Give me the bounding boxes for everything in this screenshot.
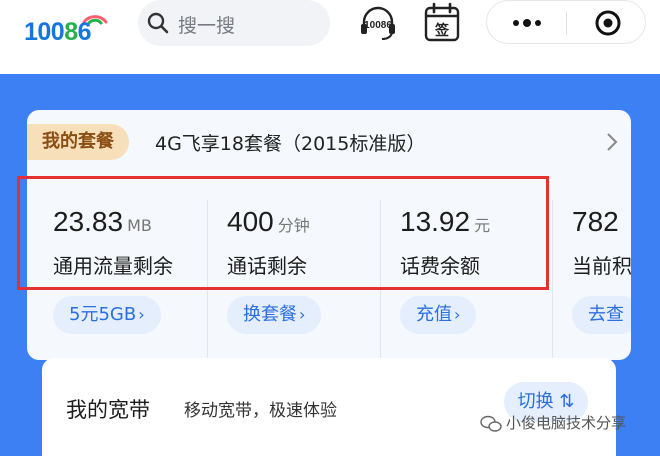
mini-program-capsule xyxy=(486,0,646,44)
stat-number: 400 xyxy=(227,206,274,237)
more-dots-icon[interactable] xyxy=(509,13,545,33)
stat-unit: 元 xyxy=(474,216,491,235)
chevron-right-icon: › xyxy=(299,305,306,324)
logo-text-part2: 8 xyxy=(64,18,78,46)
stat-number: 782 xyxy=(572,206,619,237)
button-label: 充值 xyxy=(416,304,452,325)
broadband-title: 我的宽带 xyxy=(66,398,150,422)
stat-label: 话费余额 xyxy=(400,254,480,278)
customer-service-button[interactable]: 10086 xyxy=(356,2,400,44)
stat-label: 通用流量剩余 xyxy=(53,254,173,278)
top-header: 10086 搜一搜 10086 签 xyxy=(0,0,660,72)
signin-icon-label: 签 xyxy=(434,22,450,39)
search-placeholder: 搜一搜 xyxy=(178,15,236,37)
chevron-right-icon: › xyxy=(454,305,461,324)
calendar-sign-icon: 签 xyxy=(424,2,460,42)
my-package-badge: 我的套餐 xyxy=(27,124,129,160)
logo-text-part1: 100 xyxy=(24,18,65,46)
chevron-right-icon: › xyxy=(138,305,145,324)
stat-unit: MB xyxy=(127,216,152,235)
stat-label: 通话剩余 xyxy=(227,254,307,278)
broadband-card[interactable]: 我的宽带 移动宽带，极速体验 切换 ⇅ xyxy=(42,358,616,456)
package-name[interactable]: 4G飞享18套餐（2015标准版） xyxy=(155,129,425,156)
close-target-icon[interactable] xyxy=(594,9,622,37)
logo-text-part3: 6 xyxy=(77,18,92,46)
stat-label: 当前积 xyxy=(572,254,631,278)
search-bar[interactable]: 搜一搜 xyxy=(138,0,330,46)
wechat-icon xyxy=(480,415,502,432)
broadband-subtitle: 移动宽带，极速体验 xyxy=(184,401,337,421)
stat-value: 13.92 元 xyxy=(400,206,490,238)
sign-in-button[interactable]: 签 xyxy=(420,2,464,44)
stat-column-data[interactable]: 23.83 MB 通用流量剩余 5元5GB › xyxy=(27,180,207,360)
buy-data-button[interactable]: 5元5GB › xyxy=(53,296,161,334)
stat-unit: 分钟 xyxy=(277,216,310,235)
stat-column-voice[interactable]: 400 分钟 通话剩余 换套餐 › xyxy=(207,180,380,360)
stat-number: 13.92 xyxy=(400,206,471,237)
package-stats: 23.83 MB 通用流量剩余 5元5GB › 400 分钟 通话剩余 换套餐 › 13… xyxy=(27,180,631,360)
headset-icon: 10086 xyxy=(361,6,395,40)
china-mobile-10086-logo[interactable]: 10086 xyxy=(24,6,124,52)
search-icon xyxy=(147,12,169,34)
button-label: 换套餐 xyxy=(243,304,297,325)
button-label: 5元5GB xyxy=(69,304,137,325)
chevron-right-icon[interactable] xyxy=(605,132,619,152)
stat-column-balance[interactable]: 13.92 元 话费余额 充值 › xyxy=(380,180,552,360)
recharge-button[interactable]: 充值 › xyxy=(400,296,477,334)
button-label: 切换 xyxy=(517,391,554,412)
switch-arrows-icon: ⇅ xyxy=(559,391,575,412)
capsule-divider xyxy=(566,11,567,35)
my-package-card: 我的套餐 4G飞享18套餐（2015标准版） 23.83 MB 通用流量剩余 5元… xyxy=(27,110,631,360)
check-points-button[interactable]: 去查 xyxy=(572,296,631,334)
button-label: 去查 xyxy=(588,304,624,325)
watermark: 小俊电脑技术分享 xyxy=(480,412,626,433)
stat-number: 23.83 xyxy=(53,206,124,237)
watermark-text: 小俊电脑技术分享 xyxy=(506,414,627,432)
change-plan-button[interactable]: 换套餐 › xyxy=(227,296,322,334)
service-icon-label: 10086 xyxy=(364,20,392,31)
stat-column-points[interactable]: 782 当前积 去查 xyxy=(552,180,631,360)
stat-value: 400 分钟 xyxy=(227,206,310,238)
stat-value: 782 xyxy=(572,206,619,238)
logo-text: 10086 xyxy=(24,18,92,47)
stat-value: 23.83 MB xyxy=(53,206,152,238)
